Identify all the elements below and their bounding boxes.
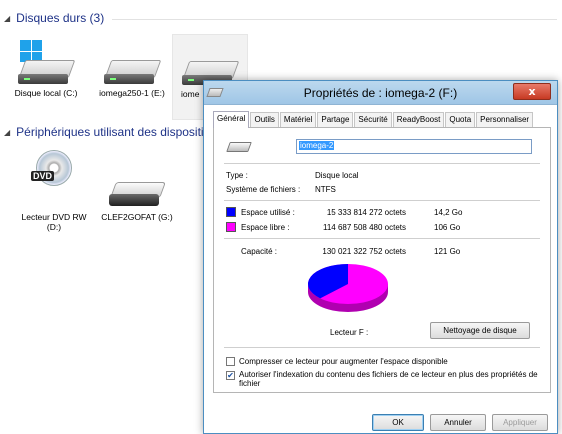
free-label: Espace libre : [241,223,290,232]
divider [224,163,540,164]
usb-drive-icon [107,176,167,210]
free-bytes: 114 687 508 480 octets [322,223,406,232]
tab-security[interactable]: Sécurité [354,112,392,127]
tab-quota[interactable]: Quota [445,112,476,127]
capacity-bytes: 130 021 322 752 octets [322,247,406,256]
tab-customize[interactable]: Personnaliser [476,112,534,127]
divider [224,200,540,201]
used-color-swatch [226,207,236,217]
group-header-label: Disques durs (3) [16,11,105,25]
tab-bar: Général Outils Matériel Partage Sécurité… [213,111,549,128]
free-color-swatch [226,222,236,232]
tab-general[interactable]: Général [213,111,250,128]
collapse-triangle-icon[interactable]: ◢ [4,128,10,137]
drive-label: Lecteur DVD RW (D:) [21,212,87,232]
drive-icon [226,142,252,152]
dvd-disc-icon: DVD [31,150,72,186]
used-label: Espace utilisé : [241,208,295,217]
capacity-label: Capacité : [241,247,278,256]
hard-drive-icon [18,40,76,86]
drive-label: CLEF2GOFAT (G:) [101,212,173,222]
used-size: 14,2 Go [434,208,463,217]
general-panel: iomega-2 Type : Disque local Système de … [213,127,551,393]
tab-hardware[interactable]: Matériel [279,112,317,127]
group-header-label: Périphériques utilisant des dispositifs [16,125,213,139]
drive-label: Disque local (C:) [14,88,78,98]
compress-checkbox[interactable] [226,357,235,366]
divider [224,238,540,239]
drive-name-input[interactable]: iomega-2 [296,139,532,154]
tab-sharing[interactable]: Partage [317,112,354,127]
type-label: Type : [226,171,248,180]
collapse-triangle-icon[interactable]: ◢ [4,14,10,23]
used-bytes: 15 333 814 272 octets [326,208,406,217]
cancel-button[interactable]: Annuler [430,414,486,431]
filesystem-value: NTFS [315,185,336,194]
type-value: Disque local [315,171,359,180]
ok-button[interactable]: OK [372,414,424,431]
group-header-removable[interactable]: ◢ Périphériques utilisant des dispositif… [4,125,213,139]
apply-button[interactable]: Appliquer [492,414,548,431]
close-button[interactable]: x [513,83,551,100]
hard-drive-icon [104,56,162,86]
divider [224,347,540,348]
drive-label: Lecteur F : [330,328,369,337]
drive-g[interactable]: CLEF2GOFAT (G:) [92,176,182,222]
filesystem-label: Système de fichiers : [226,185,301,194]
dialog-title: Propriétés de : iomega-2 (F:) [303,86,458,100]
index-label: Autoriser l'indexation du contenu des fi… [239,370,538,388]
tab-readyboost[interactable]: ReadyBoost [392,112,445,127]
group-header-hard-drives[interactable]: ◢ Disques durs (3) [4,11,104,25]
capacity-size: 121 Go [434,247,461,256]
index-checkbox[interactable]: ✔ [226,371,235,380]
free-size: 106 Go [434,223,461,232]
group-divider [112,19,557,20]
drive-name-value: iomega-2 [299,141,335,150]
disk-cleanup-button[interactable]: Nettoyage de disque [430,322,530,339]
dialog-titlebar[interactable]: Propriétés de : iomega-2 (F:) x [204,81,557,105]
windows-logo-icon [20,40,42,62]
tab-tools[interactable]: Outils [250,112,279,127]
drive-e[interactable]: iomega250-1 (E:) [92,56,172,98]
drive-label: iomega250-1 (E:) [99,88,165,98]
dvd-badge: DVD [31,171,55,181]
compress-label: Compresser ce lecteur pour augmenter l'e… [239,357,448,366]
drive-d[interactable]: DVD Lecteur DVD RW (D:) [14,150,94,232]
disk-usage-pie [308,264,388,312]
properties-dialog: Propriétés de : iomega-2 (F:) x Général … [203,80,558,434]
drive-c[interactable]: Disque local (C:) [6,40,86,98]
